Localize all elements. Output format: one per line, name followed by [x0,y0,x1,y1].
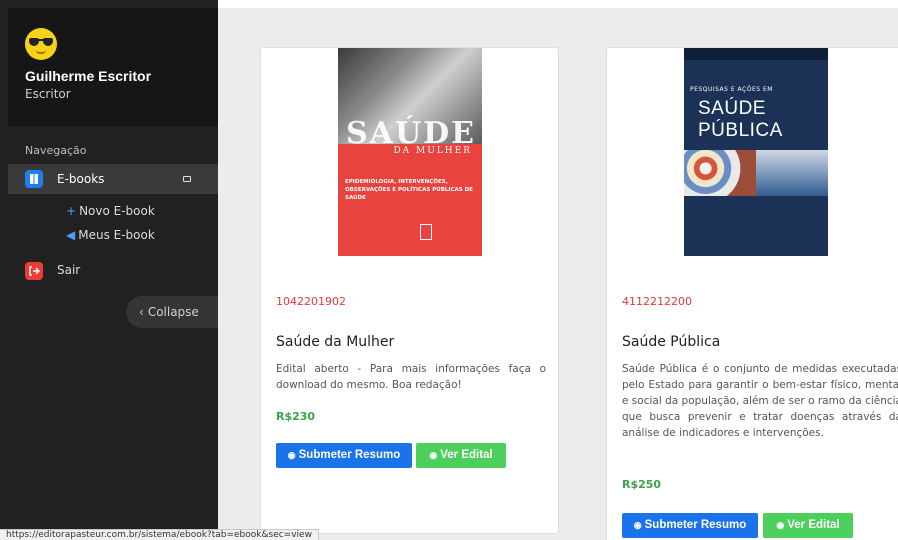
collapse-label: Collapse [147,305,199,319]
cover-description: EPIDEMIOLOGIA, INTERVENÇÕES, OBSERVAÇÕES… [345,179,473,201]
book-cover-image[interactable]: PESQUISAS E AÇÕES EM SAÚDE PÚBLICA [684,48,828,256]
logout-icon[interactable] [25,262,43,280]
book-title: Saúde da Mulher [276,334,395,350]
nav-heading: Navegação [25,144,87,157]
book-price: R$250 [622,478,662,491]
book-icon [25,170,43,188]
sidebar-item-sair[interactable]: Sair [57,263,80,277]
eye-icon: ◉ [776,520,785,530]
book-description: Saúde Pública é o conjunto de medidas ex… [622,363,898,439]
collapse-button[interactable]: ‹ Collapse [126,296,218,328]
ebook-card: SAÚDE DA MULHER EPIDEMIOLOGIA, INTERVENÇ… [260,47,559,534]
plus-icon: + [66,204,77,218]
book-code: 1042201902 [276,295,346,308]
submenu-item-my-ebooks[interactable]: ◀ Meus E-book [66,228,155,242]
book-price: R$230 [276,410,316,423]
book-code: 4112212200 [622,295,692,308]
cover-pretitle: PESQUISAS E AÇÕES EM [690,86,773,93]
book-description: Edital aberto - Para mais informações fa… [276,363,546,391]
publisher-logo-icon [420,224,432,240]
profile-name: Guilherme Escritor [25,68,152,84]
profile-role: Escritor [25,87,71,101]
eye-icon: ◉ [287,450,296,460]
view-notice-button[interactable]: ◉ Ver Edital [416,443,506,468]
sunglasses-icon [29,38,53,46]
eye-icon: ◉ [429,450,438,460]
submenu-item-label: Meus E-book [78,228,155,242]
status-bar-url: https://editorapasteur.com.br/sistema/eb… [0,529,319,540]
view-notice-button[interactable]: ◉ Ver Edital [763,513,853,538]
top-bar [218,0,898,8]
submenu-item-new-ebook[interactable]: + Novo E-book [66,204,155,218]
chevron-left-icon: ‹ [139,305,144,319]
ebook-card: PESQUISAS E AÇÕES EM SAÚDE PÚBLICA 41122… [606,47,898,540]
book-title: Saúde Pública [622,334,721,350]
cover-subtitle: DA MULHER [393,146,472,156]
avatar[interactable] [25,28,57,60]
cover-title: SAÚDE PÚBLICA [698,98,783,141]
expand-toggle-icon[interactable] [183,176,191,182]
sidebar: Guilherme Escritor Escritor Navegação E-… [0,0,218,540]
sidebar-item-label: E-books [57,172,105,186]
arrow-left-icon: ◀ [66,228,76,242]
book-cover-image[interactable]: SAÚDE DA MULHER EPIDEMIOLOGIA, INTERVENÇ… [338,48,482,256]
submit-abstract-button[interactable]: ◉ Submeter Resumo [276,443,412,468]
submenu-item-label: Novo E-book [79,204,155,218]
eye-icon: ◉ [633,520,642,530]
sidebar-item-ebooks[interactable]: E-books [8,164,218,194]
profile-panel: Guilherme Escritor Escritor [8,8,218,126]
submit-abstract-button[interactable]: ◉ Submeter Resumo [622,513,758,538]
